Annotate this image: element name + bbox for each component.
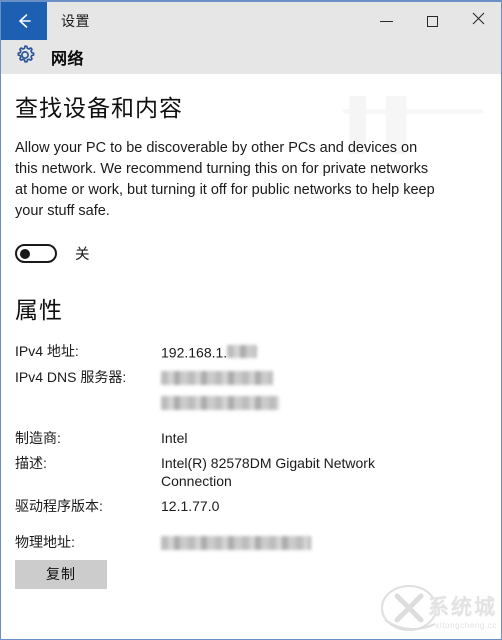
close-icon bbox=[472, 12, 485, 30]
property-key: IPv4 DNS 服务器: bbox=[15, 368, 127, 385]
properties-table-body: IPv4 地址: 192.168.1. IPv4 DNS 服务器: 制造商: I… bbox=[15, 342, 445, 558]
discovery-toggle[interactable] bbox=[15, 244, 57, 264]
table-row: 物理地址: bbox=[15, 533, 445, 558]
settings-content: 查找设备和内容 Allow your PC to be discoverable… bbox=[1, 74, 501, 639]
window-controls bbox=[363, 2, 501, 40]
table-row bbox=[15, 393, 445, 429]
property-key: 物理地址: bbox=[15, 533, 75, 550]
back-button[interactable] bbox=[1, 2, 47, 40]
maximize-button[interactable] bbox=[409, 2, 455, 40]
property-value bbox=[161, 368, 445, 393]
property-key: 驱动程序版本: bbox=[15, 497, 103, 514]
redacted-block bbox=[161, 396, 279, 411]
discovery-heading: 查找设备和内容 bbox=[15, 95, 183, 121]
discovery-toggle-row: 关 bbox=[15, 222, 501, 264]
app-header-title: 网络 bbox=[51, 51, 85, 68]
close-button[interactable] bbox=[455, 2, 501, 40]
table-row: IPv4 地址: 192.168.1. bbox=[15, 342, 445, 368]
app-header: 网络 bbox=[1, 40, 501, 74]
maximize-icon bbox=[426, 15, 438, 27]
property-key: 制造商: bbox=[15, 429, 61, 446]
titlebar-spacer bbox=[90, 2, 363, 40]
back-arrow-icon bbox=[13, 10, 35, 32]
properties-heading: 属性 bbox=[15, 297, 63, 324]
table-row: 制造商: Intel bbox=[15, 429, 445, 454]
redacted-block bbox=[161, 371, 273, 386]
redacted-block bbox=[161, 536, 311, 551]
watermark-brand: 系统城 bbox=[428, 596, 497, 619]
title-bar: 设置 bbox=[1, 2, 501, 40]
redacted-block bbox=[227, 345, 258, 359]
site-watermark: 系统城 xitongcheng.cc bbox=[379, 580, 501, 638]
properties-table: IPv4 地址: 192.168.1. IPv4 DNS 服务器: 制造商: I… bbox=[15, 342, 445, 558]
property-value: 12.1.77.0 bbox=[161, 497, 220, 514]
property-key: 描述: bbox=[15, 454, 47, 471]
property-value bbox=[161, 533, 445, 558]
settings-window: 设置 网络 查找设备和内容 Allow your PC to be discov… bbox=[0, 0, 502, 640]
minimize-button[interactable] bbox=[363, 2, 409, 40]
property-key: IPv4 地址: bbox=[15, 342, 79, 359]
copy-button[interactable]: 复制 bbox=[15, 559, 107, 589]
gear-icon bbox=[13, 43, 37, 72]
ipv4-address-text: 192.168.1. bbox=[161, 343, 228, 360]
property-value: Intel(R) 82578DM Gigabit Network Connect… bbox=[161, 454, 375, 489]
property-value bbox=[161, 393, 445, 429]
window-title: 设置 bbox=[61, 13, 90, 29]
property-key bbox=[15, 393, 161, 429]
watermark-domain: xitongcheng.cc bbox=[435, 621, 497, 630]
minimize-icon bbox=[379, 20, 393, 22]
toggle-knob bbox=[20, 248, 30, 259]
property-value: 192.168.1. bbox=[161, 342, 445, 368]
discovery-description: Allow your PC to be discoverable by othe… bbox=[15, 140, 435, 220]
table-row: IPv4 DNS 服务器: bbox=[15, 368, 445, 393]
ipv4-address-value: 192.168.1. bbox=[161, 343, 258, 360]
property-value: Intel bbox=[161, 429, 188, 446]
discovery-toggle-label: 关 bbox=[75, 247, 90, 264]
table-row: 驱动程序版本: 12.1.77.0 bbox=[15, 497, 445, 533]
table-row: 描述: Intel(R) 82578DM Gigabit Network Con… bbox=[15, 454, 445, 497]
